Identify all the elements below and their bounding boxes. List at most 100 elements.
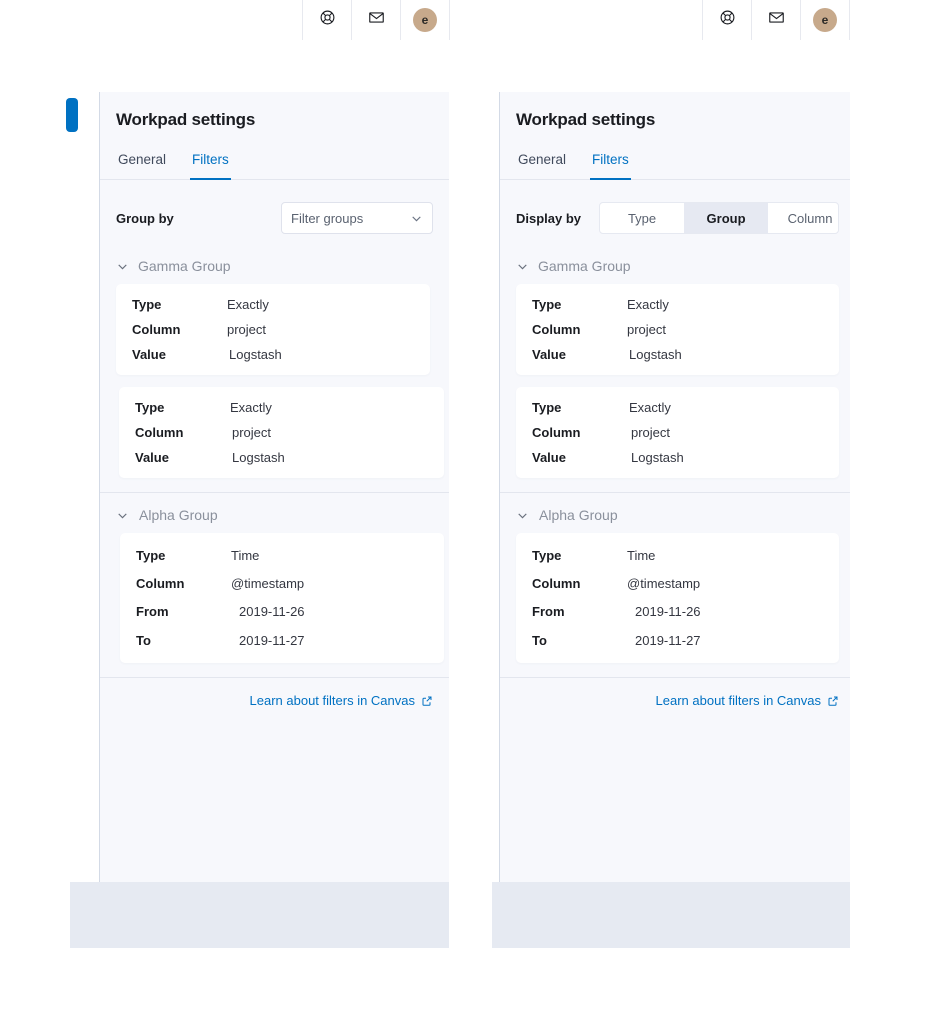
filter-group-header[interactable]: Alpha Group <box>500 493 850 529</box>
filter-group-name: Alpha Group <box>539 507 618 523</box>
mail-envelope-icon <box>368 9 385 31</box>
flyout-body-left: Group by Filter groups Gamma Group Type … <box>100 180 449 726</box>
filter-row: Value Logstash <box>119 450 444 465</box>
learn-about-filters-label: Learn about filters in Canvas <box>249 693 415 708</box>
filter-key: To <box>532 633 547 648</box>
filter-value: Exactly <box>629 400 671 415</box>
user-menu-right[interactable]: e <box>800 0 850 40</box>
filter-group-cards: Type Time Column @timestamp From 2019-11… <box>100 529 449 677</box>
filter-value: project <box>627 322 667 337</box>
help-lifebuoy-icon <box>719 9 736 31</box>
mail-button-right[interactable] <box>751 0 800 40</box>
filter-value: 2019-11-26 <box>635 604 701 619</box>
filter-key: Value <box>532 450 566 465</box>
filter-value: Logstash <box>631 450 684 465</box>
flyout-body-right: Display by Type Group Column Gamma Group <box>500 180 850 726</box>
top-bar-left: e <box>70 0 450 40</box>
filter-key: Value <box>532 347 566 362</box>
filter-key: Type <box>132 297 162 312</box>
filter-row: Type Time <box>120 548 444 563</box>
filter-key: Type <box>532 297 562 312</box>
filter-row: Type Exactly <box>119 400 444 415</box>
filter-key: Column <box>532 576 581 591</box>
filter-group-section: Alpha Group Type Time Column @timestamp <box>100 492 449 677</box>
help-button-right[interactable] <box>702 0 751 40</box>
filter-key: From <box>136 604 169 619</box>
user-menu-left[interactable]: e <box>400 0 450 40</box>
filter-key: Value <box>135 450 169 465</box>
group-by-row: Group by Filter groups <box>100 180 449 248</box>
filter-value: 2019-11-26 <box>239 604 305 619</box>
filter-row: Value Logstash <box>116 347 430 362</box>
filter-key: Type <box>136 548 166 563</box>
display-by-row: Display by Type Group Column <box>500 180 850 248</box>
tab-general[interactable]: General <box>116 152 168 180</box>
filter-row: Type Exactly <box>516 297 839 312</box>
filter-group-cards: Type Time Column @timestamp From 2019-11… <box>500 529 850 677</box>
screenshot-root: e Workpad settings General Filters Group… <box>0 0 938 1010</box>
filter-row: Column project <box>116 322 430 337</box>
filter-row: Column project <box>119 425 444 440</box>
filter-group-header[interactable]: Gamma Group <box>100 248 449 280</box>
filter-card[interactable]: Type Time Column @timestamp From 2019-11… <box>516 533 839 663</box>
filter-group-section: Gamma Group Type Exactly Column project <box>100 248 449 492</box>
filter-group-header[interactable]: Gamma Group <box>500 248 850 280</box>
filter-group-name: Gamma Group <box>138 258 231 274</box>
filter-row: Type Exactly <box>516 400 839 415</box>
settings-tabs-left: General Filters <box>100 152 449 180</box>
filter-value: Time <box>231 548 260 563</box>
filter-value: Exactly <box>227 297 269 312</box>
learn-about-filters-link[interactable]: Learn about filters in Canvas <box>250 693 433 708</box>
filter-group-name: Gamma Group <box>538 258 631 274</box>
bottom-strip-right <box>492 882 850 948</box>
filter-value: Logstash <box>232 450 285 465</box>
learn-about-filters-link[interactable]: Learn about filters in Canvas <box>656 693 839 708</box>
external-link-icon <box>827 695 839 707</box>
filter-group-header[interactable]: Alpha Group <box>100 493 449 529</box>
mail-envelope-icon <box>768 9 785 31</box>
filter-value: 2019-11-27 <box>239 633 305 648</box>
filter-row: From 2019-11-26 <box>516 604 839 619</box>
tab-filters[interactable]: Filters <box>590 152 631 180</box>
filter-key: Type <box>135 400 165 415</box>
filter-groups-select-value: Filter groups <box>291 210 364 226</box>
filter-group-name: Alpha Group <box>139 507 218 523</box>
page-title: Workpad settings <box>516 110 656 129</box>
group-by-label: Group by <box>116 210 174 226</box>
filter-key: Type <box>532 548 562 563</box>
filter-value: Logstash <box>629 347 682 362</box>
avatar: e <box>813 8 837 32</box>
flyout-header-right: Workpad settings General Filters <box>500 92 850 180</box>
learn-about-filters-label: Learn about filters in Canvas <box>655 693 821 708</box>
display-by-type-button[interactable]: Type <box>600 203 684 233</box>
filter-card[interactable]: Type Time Column @timestamp From 2019-11… <box>120 533 444 663</box>
help-button-left[interactable] <box>302 0 351 40</box>
display-by-group-button[interactable]: Group <box>684 203 769 233</box>
display-by-column-button[interactable]: Column <box>768 203 838 233</box>
filter-row: From 2019-11-26 <box>120 604 444 619</box>
filter-row: Column project <box>516 425 839 440</box>
filter-value: @timestamp <box>627 576 701 591</box>
filter-key: Type <box>532 400 562 415</box>
filter-value: Time <box>627 548 656 563</box>
active-nav-indicator-left[interactable] <box>66 98 78 132</box>
filter-key: To <box>136 633 151 648</box>
filter-group-section: Alpha Group Type Time Column @timestamp <box>500 492 850 677</box>
filter-card[interactable]: Type Exactly Column project Value Logsta… <box>119 387 444 478</box>
tab-general[interactable]: General <box>516 152 568 180</box>
filter-group-cards: Type Exactly Column project Value Logsta… <box>500 280 850 492</box>
filter-row: Column @timestamp <box>120 576 444 591</box>
filter-value: project <box>232 425 272 440</box>
tab-filters[interactable]: Filters <box>190 152 231 180</box>
filter-card[interactable]: Type Exactly Column project Value Logsta… <box>116 284 430 375</box>
workpad-settings-flyout-right: Workpad settings General Filters Display… <box>499 92 850 882</box>
filter-card[interactable]: Type Exactly Column project Value Logsta… <box>516 284 839 375</box>
chevron-down-icon <box>516 509 529 522</box>
filter-groups-select[interactable]: Filter groups <box>281 202 433 234</box>
chevron-down-icon <box>516 260 529 273</box>
filter-key: Column <box>532 425 581 440</box>
filter-row: Value Logstash <box>516 450 839 465</box>
mail-button-left[interactable] <box>351 0 400 40</box>
flyout-header-left: Workpad settings General Filters <box>100 92 449 180</box>
filter-card[interactable]: Type Exactly Column project Value Logsta… <box>516 387 839 478</box>
